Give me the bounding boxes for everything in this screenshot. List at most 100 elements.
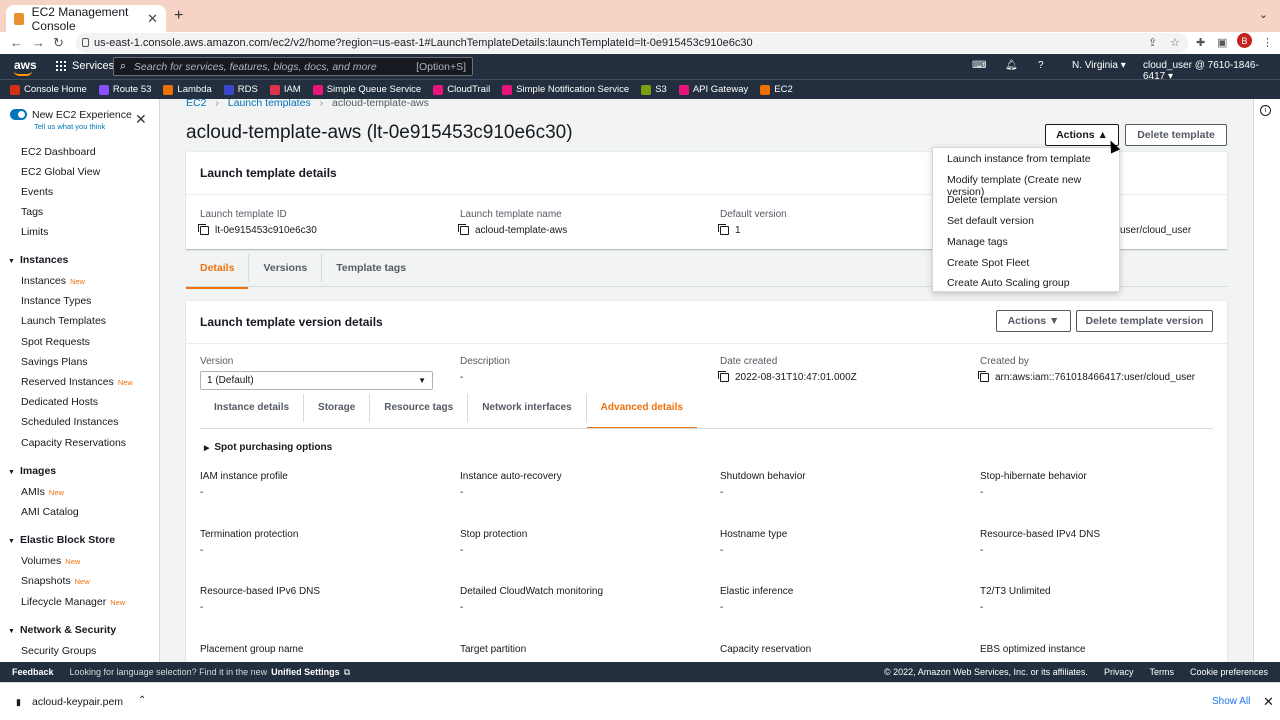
copy-icon[interactable] bbox=[718, 371, 729, 382]
new-experience-toggle[interactable] bbox=[10, 109, 27, 120]
forward-icon[interactable]: → bbox=[32, 35, 45, 50]
sidebar-item[interactable]: Savings Plans bbox=[21, 356, 88, 368]
reload-icon[interactable]: ↻ bbox=[53, 35, 64, 51]
region-selector[interactable]: N. Virginia ▾ bbox=[1072, 60, 1126, 71]
sidepanel-icon[interactable]: ▣ bbox=[1217, 36, 1227, 49]
sidebar-item[interactable]: Scheduled Instances bbox=[21, 416, 118, 428]
url-field[interactable]: us-east-1.console.aws.amazon.com/ec2/v2/… bbox=[76, 33, 1188, 53]
favorite-7[interactable]: Simple Notification Service bbox=[502, 84, 629, 95]
version-actions-button[interactable]: Actions ▼ bbox=[996, 310, 1071, 332]
delete-template-button[interactable]: Delete template bbox=[1125, 124, 1227, 146]
sidebar-item[interactable]: Tags bbox=[21, 206, 43, 218]
sidebar-item[interactable]: Instance Types bbox=[21, 295, 91, 307]
help-icon[interactable]: ? bbox=[1038, 60, 1044, 71]
cloudshell-icon[interactable]: ⌨ bbox=[972, 60, 986, 71]
favorite-4[interactable]: IAM bbox=[269, 84, 301, 95]
new-tab-icon[interactable]: + bbox=[174, 7, 183, 25]
sidebar-item[interactable]: EC2 Global View bbox=[21, 166, 100, 178]
favorite-3[interactable]: RDS bbox=[223, 84, 258, 95]
sidebar-item[interactable]: Security Groups bbox=[21, 645, 96, 657]
sidebar-item[interactable]: Lifecycle Manager New bbox=[21, 596, 125, 608]
sidebar-item[interactable]: Events bbox=[21, 186, 53, 198]
sidebar-item[interactable]: Reserved Instances New bbox=[21, 376, 133, 388]
close-sidebar-icon[interactable]: ✕ bbox=[135, 111, 147, 128]
tab-versions[interactable]: Versions bbox=[249, 254, 323, 282]
favorite-6[interactable]: CloudTrail bbox=[433, 84, 490, 95]
sidebar-item[interactable]: AMIs New bbox=[21, 486, 64, 498]
back-icon[interactable]: ← bbox=[10, 35, 23, 50]
favorite-8[interactable]: S3 bbox=[641, 84, 667, 95]
downloaded-file[interactable]: acloud-keypair.pem bbox=[32, 696, 123, 708]
share-icon[interactable]: ⇪ bbox=[1148, 36, 1157, 49]
show-all-button[interactable]: Show All bbox=[1212, 696, 1250, 707]
new-badge: New bbox=[117, 378, 133, 387]
sidebar-item[interactable]: Dedicated Hosts bbox=[21, 396, 98, 408]
browser-tab[interactable]: EC2 Management Console ✕ bbox=[6, 5, 166, 33]
info-icon[interactable]: i bbox=[1260, 105, 1271, 116]
services-menu[interactable]: Services bbox=[56, 60, 114, 72]
copy-icon[interactable] bbox=[718, 224, 729, 235]
browser-menu-icon[interactable]: ⋮ bbox=[1262, 36, 1273, 49]
aws-top-nav: aws Services ⌕ Search for services, feat… bbox=[0, 54, 1280, 82]
actions-menu-item[interactable]: Manage tags bbox=[947, 236, 1008, 248]
sidebar-item[interactable]: Snapshots New bbox=[21, 575, 90, 587]
tab-details[interactable]: Details bbox=[186, 254, 250, 289]
version-select[interactable]: 1 (Default) ▼ bbox=[200, 371, 433, 390]
sidebar-item[interactable]: Volumes New bbox=[21, 555, 80, 567]
feedback-link[interactable]: Tell us what you think bbox=[34, 122, 105, 131]
sidebar-item[interactable]: Capacity Reservations bbox=[21, 437, 126, 449]
tab-template-tags[interactable]: Template tags bbox=[322, 254, 420, 282]
sidebar-item[interactable]: Launch Templates bbox=[21, 315, 106, 327]
favorite-0[interactable]: Console Home bbox=[10, 84, 87, 95]
notifications-bell-icon[interactable]: 🔔︎ bbox=[1005, 60, 1018, 71]
tab-search-chevron-icon[interactable]: ⌄ bbox=[1259, 8, 1268, 21]
subtab-resource-tags[interactable]: Resource tags bbox=[370, 394, 469, 422]
sidebar-item-label: Security Groups bbox=[21, 644, 97, 657]
breadcrumb-launch-templates[interactable]: Launch templates bbox=[228, 99, 311, 109]
subtab-instance-details[interactable]: Instance details bbox=[200, 394, 305, 422]
close-tab-icon[interactable]: ✕ bbox=[147, 11, 158, 27]
spot-options-expander[interactable]: ▶ Spot purchasing options bbox=[204, 442, 332, 453]
aws-search-input[interactable]: ⌕ Search for services, features, blogs, … bbox=[113, 57, 473, 76]
subtab-network-interfaces[interactable]: Network interfaces bbox=[468, 394, 587, 422]
favorite-1[interactable]: Route 53 bbox=[98, 84, 151, 95]
subtab-advanced-details[interactable]: Advanced details bbox=[586, 394, 698, 429]
copy-icon[interactable] bbox=[198, 224, 209, 235]
sidebar-item[interactable]: Limits bbox=[21, 226, 48, 238]
delete-template-version-button[interactable]: Delete template version bbox=[1076, 310, 1213, 332]
favorite-10[interactable]: EC2 bbox=[760, 84, 793, 95]
profile-avatar[interactable]: B bbox=[1237, 33, 1252, 48]
privacy-link[interactable]: Privacy bbox=[1104, 667, 1134, 677]
sidebar-section-header[interactable]: Elastic Block Store bbox=[8, 534, 115, 546]
favorite-2[interactable]: Lambda bbox=[163, 84, 212, 95]
subtab-storage[interactable]: Storage bbox=[304, 394, 371, 422]
sidebar-section-header[interactable]: Instances bbox=[8, 254, 68, 266]
bookmark-star-icon[interactable]: ☆ bbox=[1170, 36, 1180, 49]
cookie-preferences-link[interactable]: Cookie preferences bbox=[1190, 667, 1268, 677]
close-download-bar-icon[interactable]: ✕ bbox=[1263, 694, 1274, 710]
sidebar-item[interactable]: Spot Requests bbox=[21, 336, 90, 348]
favorite-5[interactable]: Simple Queue Service bbox=[312, 84, 421, 95]
chevron-up-icon[interactable]: ⌃ bbox=[138, 695, 146, 706]
actions-menu-item[interactable]: Delete template version bbox=[947, 194, 1057, 206]
sidebar-item[interactable]: EC2 Dashboard bbox=[21, 146, 96, 158]
sidebar-section-header[interactable]: Network & Security bbox=[8, 624, 116, 636]
sidebar-section-header[interactable]: Images bbox=[8, 465, 56, 477]
terms-link[interactable]: Terms bbox=[1149, 667, 1174, 677]
sidebar-item[interactable]: Instances New bbox=[21, 275, 85, 287]
aws-logo[interactable]: aws bbox=[14, 58, 37, 76]
unified-settings-link[interactable]: Unified Settings bbox=[271, 667, 340, 677]
field-label: Target partition bbox=[460, 643, 527, 655]
actions-menu-item[interactable]: Launch instance from template bbox=[947, 153, 1091, 165]
actions-menu-item[interactable]: Create Auto Scaling group bbox=[947, 277, 1070, 289]
copy-icon[interactable] bbox=[978, 371, 989, 382]
sidebar-item[interactable]: AMI Catalog bbox=[21, 506, 79, 518]
actions-menu-item[interactable]: Create Spot Fleet bbox=[947, 257, 1029, 269]
copy-icon[interactable] bbox=[458, 224, 469, 235]
extensions-icon[interactable]: ✚ bbox=[1196, 36, 1205, 49]
favorite-9[interactable]: API Gateway bbox=[678, 84, 748, 95]
field-label: Termination protection bbox=[200, 528, 299, 540]
actions-menu-item[interactable]: Set default version bbox=[947, 215, 1034, 227]
breadcrumb-ec2[interactable]: EC2 bbox=[186, 99, 206, 109]
feedback-link[interactable]: Feedback bbox=[12, 667, 54, 677]
